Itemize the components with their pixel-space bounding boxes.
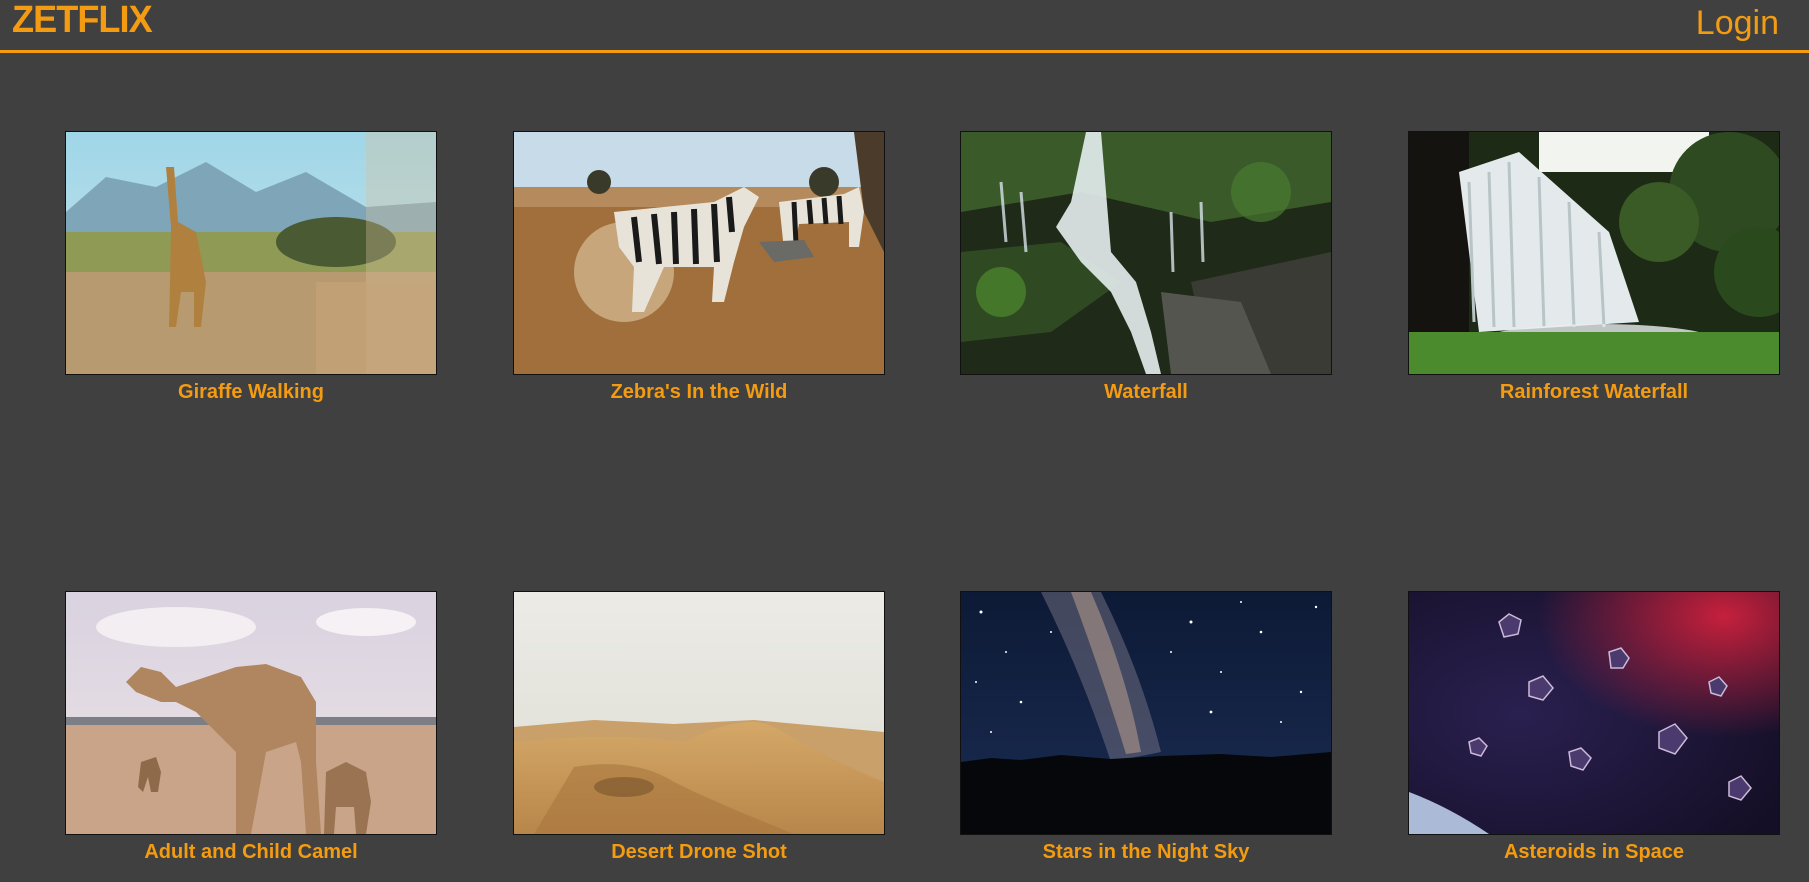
video-card[interactable]: Giraffe Walking [65, 131, 437, 403]
video-title[interactable]: Rainforest Waterfall [1408, 381, 1780, 403]
video-thumbnail-camel[interactable] [65, 591, 437, 835]
video-title[interactable]: Giraffe Walking [65, 381, 437, 403]
video-thumbnail-night-sky[interactable] [960, 591, 1332, 835]
top-nav-bar: ZETFLIX Login [0, 0, 1809, 53]
video-title[interactable]: Stars in the Night Sky [960, 841, 1332, 863]
video-thumbnail-zebra[interactable] [513, 131, 885, 375]
video-card[interactable]: Desert Drone Shot [513, 591, 885, 863]
video-card[interactable]: Asteroids in Space [1408, 591, 1780, 863]
login-link[interactable]: Login [1696, 3, 1779, 43]
video-thumbnail-asteroids[interactable] [1408, 591, 1780, 835]
zetflix-logo[interactable]: ZETFLIX [12, 0, 153, 40]
video-thumbnail-giraffe[interactable] [65, 131, 437, 375]
video-title[interactable]: Zebra's In the Wild [513, 381, 885, 403]
video-title[interactable]: Asteroids in Space [1408, 841, 1780, 863]
video-card[interactable]: Adult and Child Camel [65, 591, 437, 863]
video-title[interactable]: Waterfall [960, 381, 1332, 403]
video-card[interactable]: Rainforest Waterfall [1408, 131, 1780, 403]
video-thumbnail-rainforest-waterfall[interactable] [1408, 131, 1780, 375]
video-card[interactable]: Zebra's In the Wild [513, 131, 885, 403]
video-title[interactable]: Adult and Child Camel [65, 841, 437, 863]
video-card[interactable]: Stars in the Night Sky [960, 591, 1332, 863]
video-card[interactable]: Waterfall [960, 131, 1332, 403]
video-thumbnail-waterfall[interactable] [960, 131, 1332, 375]
video-thumbnail-desert[interactable] [513, 591, 885, 835]
video-title[interactable]: Desert Drone Shot [513, 841, 885, 863]
